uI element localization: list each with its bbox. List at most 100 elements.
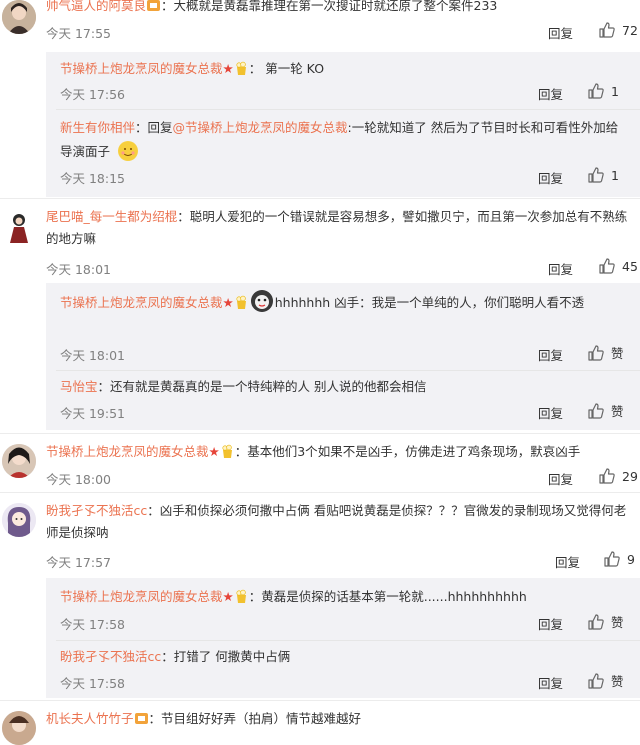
thumbs-up-icon [604, 551, 620, 567]
comment-text: 尾巴喵_每一生都为绍棍：聪明人爱犯的一个错误就是容易想多，譬如撒贝宁，而且第一次… [46, 206, 634, 250]
comment-body: ：基本他们3个如果不是凶手，仿佛走进了鸡条现场，默哀凶手 [234, 444, 581, 459]
comment-item: 帅气逼人的阿莫良 ：大概就是黄磊靠推理在第一次搜证时就还原了整个案件233 今天 … [0, 0, 640, 52]
comment-time: 今天 18:00 [46, 472, 111, 487]
like-count: 9 [627, 551, 635, 567]
crying-face-icon [250, 290, 273, 312]
reply-username[interactable]: 盼我孑孓不独活cc [60, 649, 161, 664]
vip-badge-icon [134, 711, 149, 726]
like-label: 赞 [611, 674, 624, 689]
reply-text: 节操桥上炮龙烹凤的魔女总裁★ hhhhhhh 凶手：我是一个单纯的人，你们聪明人看… [60, 290, 630, 315]
like-button[interactable]: 72 [598, 21, 638, 39]
like-label: 赞 [611, 615, 624, 630]
comment-username[interactable]: 节操桥上炮龙烹凤的魔女总裁 [46, 444, 209, 459]
vip-badge-icon [146, 0, 161, 13]
like-label: 赞 [611, 346, 624, 361]
comment-item: 尾巴喵_每一生都为绍棍：聪明人爱犯的一个错误就是容易想多，譬如撒贝宁，而且第一次… [0, 205, 640, 285]
divider [0, 198, 640, 199]
thumbs-up-icon [599, 22, 615, 38]
reply-time: 今天 19:51 [60, 406, 125, 421]
reply-time: 今天 17:56 [60, 87, 125, 102]
comment-text: 盼我孑孓不独活cc：凶手和侦探必须何撒中占俩 看贴吧说黄磊是侦探？？？官微发的录… [46, 500, 634, 544]
like-count: 1 [611, 83, 619, 99]
like-button[interactable]: 赞 [587, 612, 624, 631]
star-icon: ★ [208, 444, 220, 459]
comment-username[interactable]: 帅气逼人的阿莫良 [46, 0, 146, 13]
reply-text: 盼我孑孓不独活cc：打错了 何撒黄中占俩 [60, 646, 630, 668]
thumbs-up-icon [588, 167, 604, 183]
thumbs-up-icon [599, 258, 615, 274]
reply-time: 今天 18:01 [60, 348, 125, 363]
comment-username[interactable]: 盼我孑孓不独活cc [46, 503, 147, 518]
reply-button[interactable]: 回复 [538, 168, 563, 187]
avatar[interactable] [2, 209, 36, 243]
reply-time: 今天 17:58 [60, 617, 125, 632]
comment-username[interactable]: 尾巴喵_每一生都为绍棍 [46, 209, 177, 224]
avatar[interactable] [2, 444, 36, 478]
reply-username[interactable]: 新生有你相伴 [60, 120, 135, 135]
avatar[interactable] [2, 503, 36, 537]
reply-button[interactable]: 回复 [538, 403, 563, 422]
shy-emoji-icon [118, 141, 138, 161]
like-button[interactable]: 29 [598, 467, 638, 485]
divider [56, 640, 640, 641]
reply-button[interactable]: 回复 [538, 345, 563, 364]
reply-text: 节操桥上炮龙烹凤的魔女总裁★ ：黄磊是侦探的话基本第一轮就......hhhhhh… [60, 586, 630, 608]
reply-button[interactable]: 回复 [555, 552, 580, 571]
like-count: 29 [622, 468, 638, 484]
divider [56, 109, 640, 110]
comment-time: 今天 17:57 [46, 555, 111, 570]
star-icon: ★ [222, 295, 234, 310]
thumbs-up-icon [588, 613, 604, 630]
like-button[interactable]: 1 [587, 82, 619, 100]
popcorn-badge-icon [234, 61, 249, 76]
reply-time: 今天 18:15 [60, 171, 125, 186]
star-icon: ★ [222, 589, 234, 604]
comment-item: 机长夫人竹竹子 ：节目组好好弄（拍肩）情节越难越好 [0, 707, 640, 745]
comment-body: ：大概就是黄磊靠推理在第一次搜证时就还原了整个案件233 [161, 0, 498, 13]
reply-button[interactable]: 回复 [548, 23, 573, 42]
reply-button[interactable]: 回复 [548, 259, 573, 278]
reply-body: ：打错了 何撒黄中占俩 [161, 649, 291, 664]
avatar[interactable] [2, 0, 36, 34]
star-icon: ★ [222, 61, 234, 76]
like-button[interactable]: 9 [603, 550, 635, 568]
mention-link[interactable]: @节操桥上炮龙烹凤的魔女总裁 [173, 120, 348, 135]
like-button[interactable]: 赞 [587, 401, 624, 420]
like-button[interactable]: 45 [598, 257, 638, 275]
reply-button[interactable]: 回复 [538, 673, 563, 692]
reply-body: hhhhhhh 凶手：我是一个单纯的人，你们聪明人看不透 [274, 295, 585, 310]
reply-text: 节操桥上炮龙烹凤的魔女总裁★ ： 第一轮 KO [60, 58, 630, 80]
comment-time: 今天 18:01 [46, 262, 111, 277]
like-button[interactable]: 赞 [587, 343, 624, 362]
popcorn-badge-icon [234, 294, 249, 309]
reply-username[interactable]: 节操桥上炮龙烹凤的魔女总裁 [60, 295, 223, 310]
reply-username[interactable]: 节操桥上炮龙烹凤的魔女总裁 [60, 61, 223, 76]
comment-username[interactable]: 机长夫人竹竹子 [46, 711, 134, 726]
like-label: 赞 [611, 404, 624, 419]
reply-time: 今天 17:58 [60, 676, 125, 691]
like-count: 72 [622, 22, 638, 38]
comment-time: 今天 17:55 [46, 26, 111, 41]
comment-text: 帅气逼人的阿莫良 ：大概就是黄磊靠推理在第一次搜证时就还原了整个案件233 [46, 0, 634, 17]
reply-username[interactable]: 节操桥上炮龙烹凤的魔女总裁 [60, 589, 223, 604]
reply-username[interactable]: 马怡宝 [60, 379, 98, 394]
like-count: 1 [611, 167, 619, 183]
reply-button[interactable]: 回复 [548, 469, 573, 488]
thumbs-up-icon [599, 468, 615, 484]
reply-prefix: ：回复 [135, 120, 173, 135]
comment-body: ：节目组好好弄（拍肩）情节越难越好 [148, 711, 362, 726]
like-button[interactable]: 赞 [587, 671, 624, 690]
popcorn-badge-icon [234, 589, 249, 604]
popcorn-badge-icon [220, 444, 235, 459]
reply-button[interactable]: 回复 [538, 84, 563, 103]
like-button[interactable]: 1 [587, 166, 619, 184]
reply-text: 马怡宝：还有就是黄磊真的是一个特纯粹的人 别人说的他都会相信 [60, 376, 630, 398]
reply-button[interactable]: 回复 [538, 614, 563, 633]
thumbs-up-icon [588, 402, 604, 419]
reply-body: ：还有就是黄磊真的是一个特纯粹的人 别人说的他都会相信 [97, 379, 427, 394]
avatar[interactable] [2, 711, 36, 745]
thumbs-up-icon [588, 672, 604, 689]
thumbs-up-icon [588, 344, 604, 361]
reply-body: ： 第一轮 KO [248, 61, 325, 76]
divider [0, 700, 640, 701]
